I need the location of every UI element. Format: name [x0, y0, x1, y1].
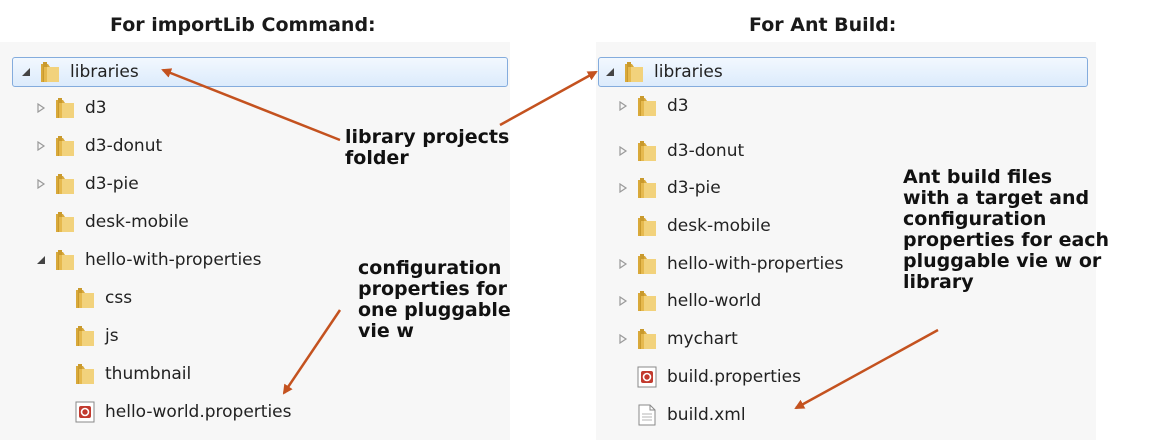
- annotation-arrows: [161, 68, 939, 410]
- arrow-to-left-libraries: [161, 68, 341, 142]
- arrow-to-hello-world-properties: [282, 309, 342, 395]
- arrow-to-build-files: [794, 328, 939, 410]
- arrow-to-right-libraries: [499, 70, 598, 127]
